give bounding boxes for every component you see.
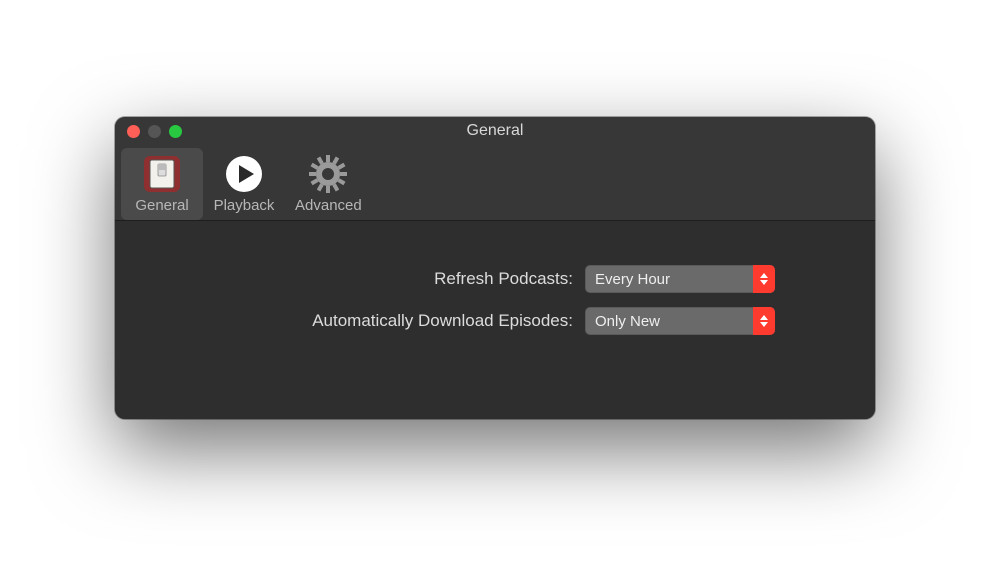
auto-download-select[interactable]: Only New [585,307,775,335]
tab-label: Playback [214,197,275,214]
auto-download-row: Automatically Download Episodes: Only Ne… [155,307,835,335]
tab-label: Advanced [295,197,362,214]
chevron-up-down-icon [753,265,775,293]
close-window-button[interactable] [127,125,140,138]
traffic-lights [115,125,182,138]
preferences-window: General General Playback [115,117,875,419]
refresh-podcasts-label: Refresh Podcasts: [155,269,585,289]
tab-label: General [135,197,188,214]
tab-general[interactable]: General [121,148,203,220]
play-icon [222,152,266,196]
chevron-up-down-icon [753,307,775,335]
zoom-window-button[interactable] [169,125,182,138]
auto-download-value: Only New [585,313,753,330]
gear-icon [306,152,350,196]
minimize-window-button[interactable] [148,125,161,138]
preferences-toolbar: General Playback [115,145,875,221]
settings-content: Refresh Podcasts: Every Hour Automatical… [115,221,875,419]
refresh-podcasts-row: Refresh Podcasts: Every Hour [155,265,835,293]
refresh-podcasts-select[interactable]: Every Hour [585,265,775,293]
tab-playback[interactable]: Playback [203,148,285,220]
auto-download-label: Automatically Download Episodes: [155,311,585,331]
refresh-podcasts-value: Every Hour [585,271,753,288]
tab-advanced[interactable]: Advanced [285,148,372,220]
switch-icon [140,152,184,196]
window-titlebar: General [115,117,875,145]
window-title: General [115,122,875,140]
